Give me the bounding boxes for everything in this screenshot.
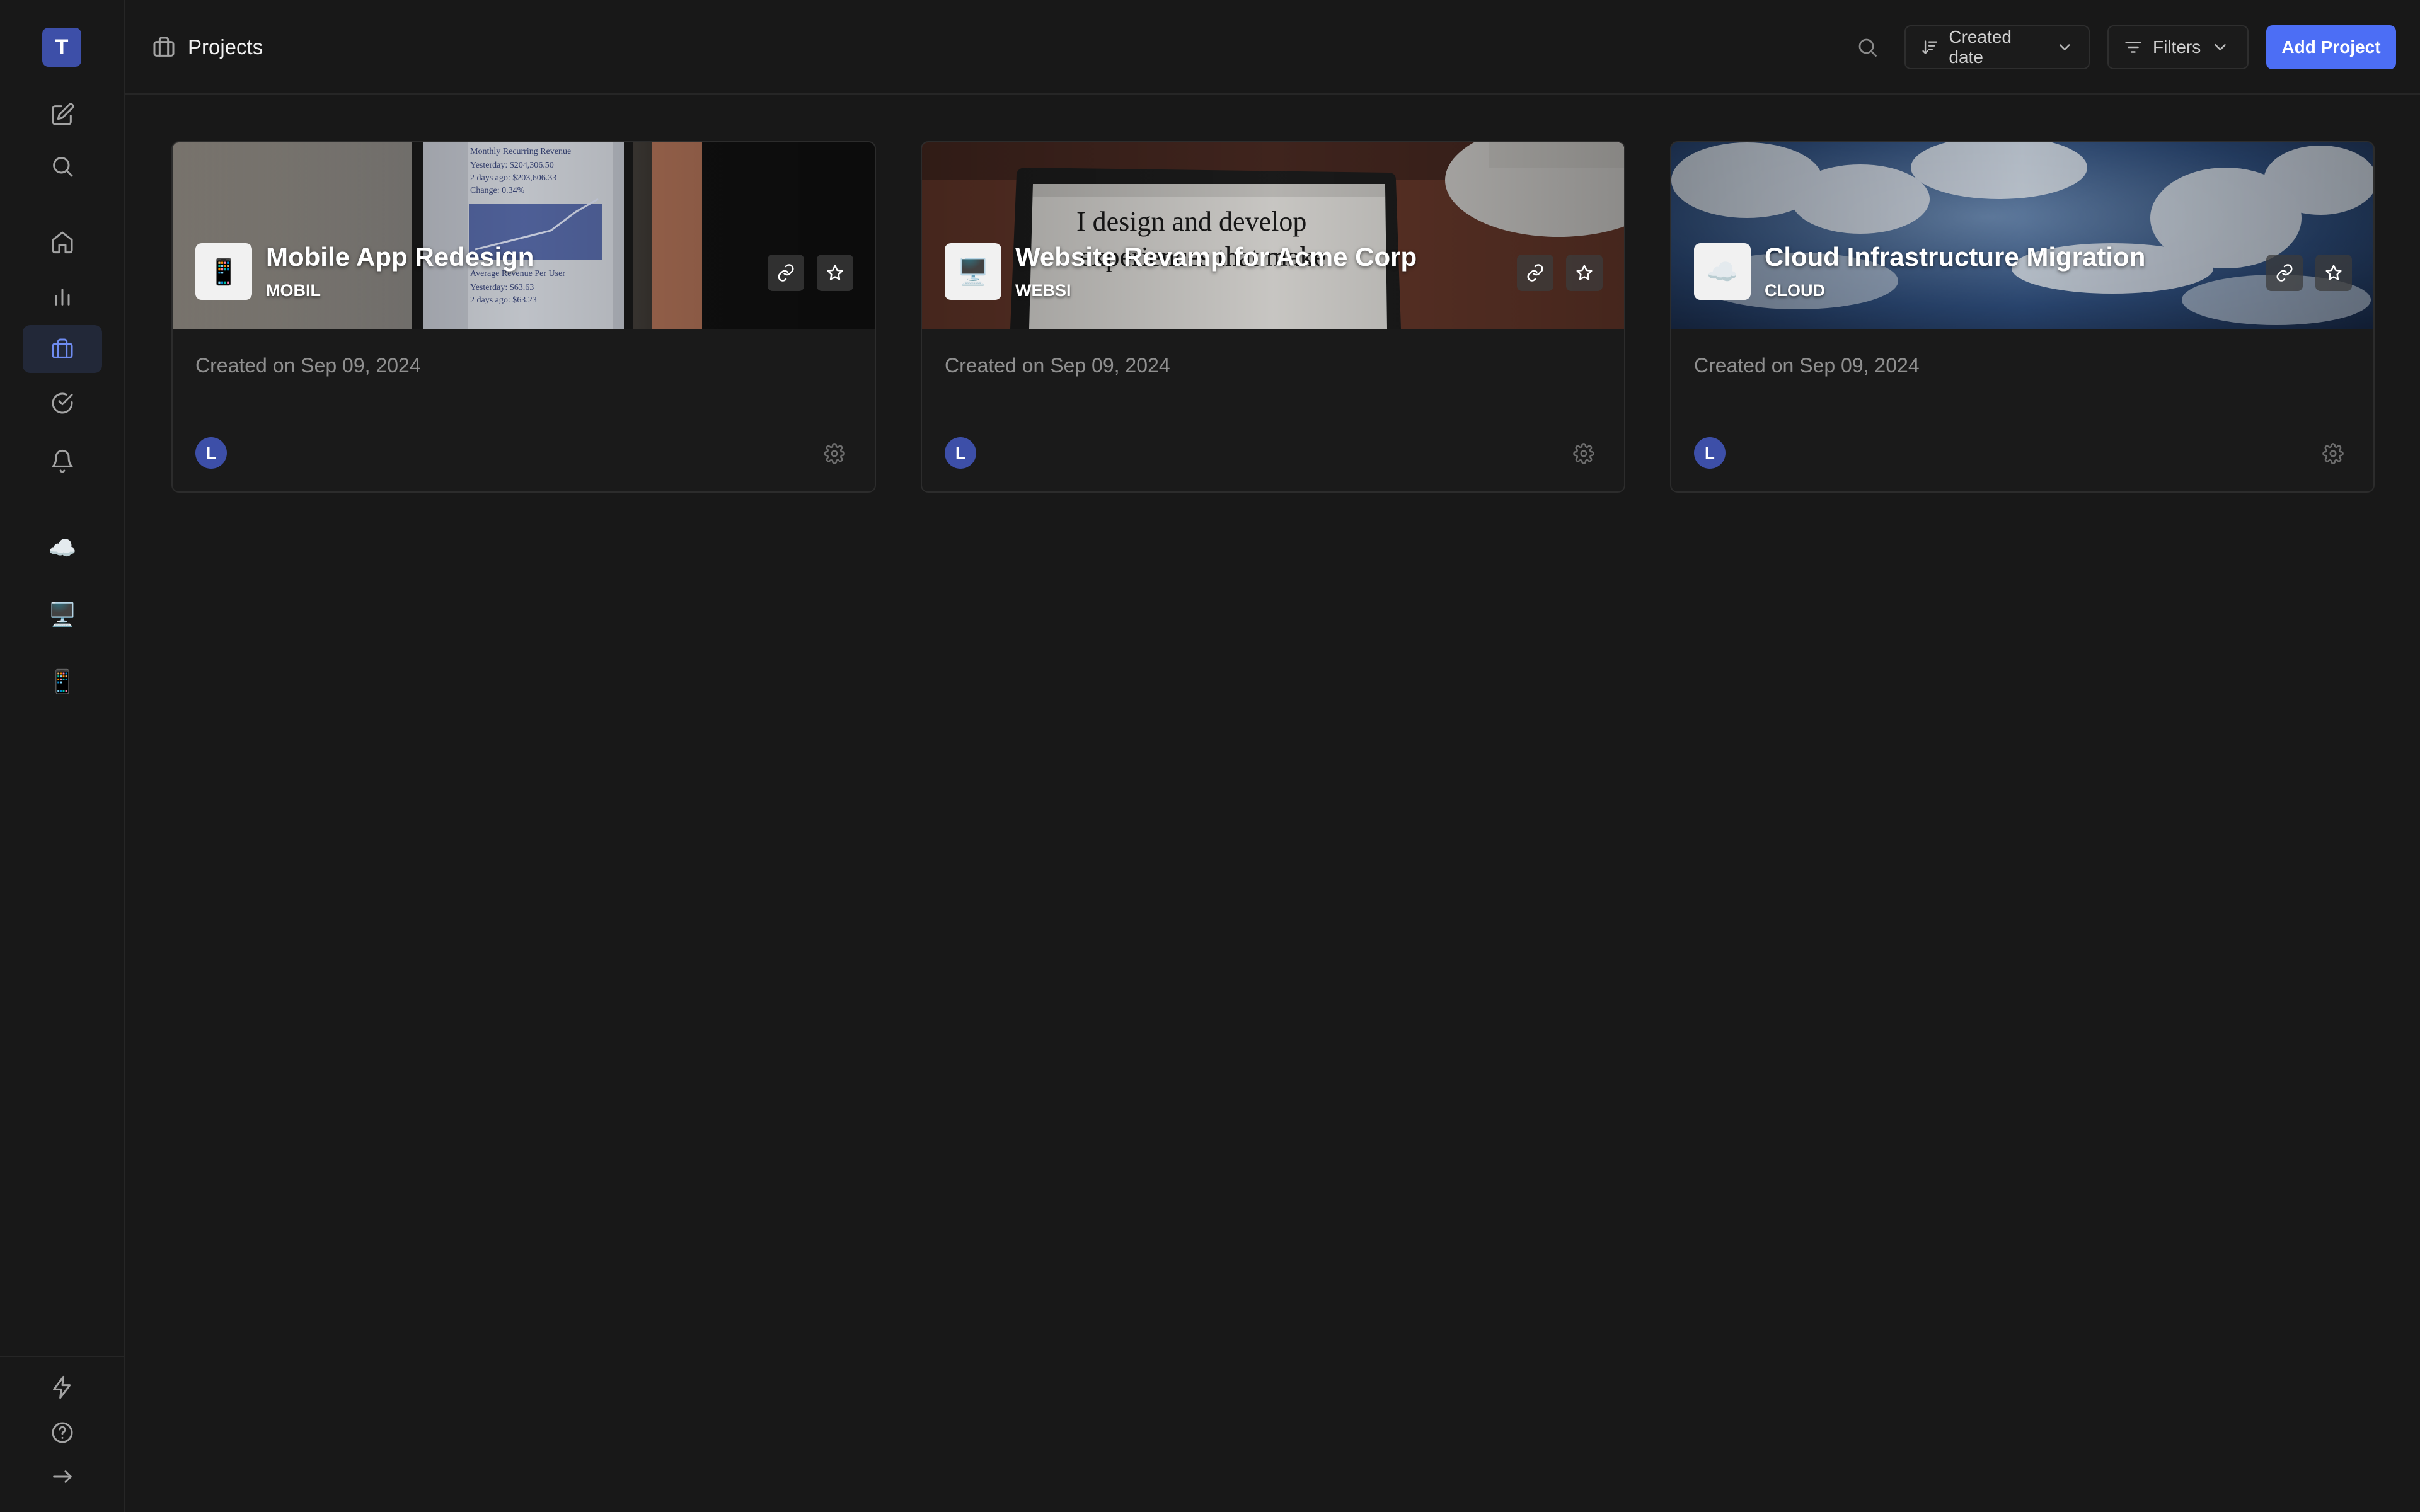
help-button[interactable]: [23, 1409, 102, 1457]
briefcase-icon: [52, 338, 73, 358]
project-cover-image: [1671, 142, 2373, 329]
member-avatar[interactable]: L: [945, 437, 976, 469]
favorite-button[interactable]: [1566, 255, 1603, 291]
cloud-icon: ☁️: [48, 535, 77, 561]
sidebar-item-home[interactable]: [23, 218, 102, 266]
member-avatar[interactable]: L: [195, 437, 227, 469]
cloud-icon: ☁️: [1707, 258, 1738, 286]
mobile-phone-icon: 📱: [208, 258, 239, 286]
member-avatar[interactable]: L: [1694, 437, 1726, 469]
project-name[interactable]: Mobile App Redesign: [266, 242, 534, 272]
home-icon: [52, 231, 73, 254]
project-logo: 📱: [195, 243, 252, 300]
sidebar-project-shortcut[interactable]: ☁️: [23, 524, 102, 572]
star-icon: [827, 265, 843, 280]
bell-icon: [52, 449, 73, 473]
favorite-button[interactable]: [2315, 255, 2352, 291]
app-root: T ☁️ 🖥️ 📱 Projects Created date Filters …: [0, 0, 2420, 1512]
project-card[interactable]: I design and develop experiences that ma…: [921, 141, 1625, 493]
computer-icon: 🖥️: [48, 602, 77, 627]
project-created-date: Created on Sep 09, 2024: [945, 354, 1170, 377]
search-button[interactable]: [23, 142, 102, 190]
project-logo: 🖥️: [945, 243, 1001, 300]
project-created-date: Created on Sep 09, 2024: [195, 354, 421, 377]
link-icon: [1527, 264, 1543, 282]
arrow-right-icon: [53, 1470, 72, 1483]
sort-label: Created date: [1949, 27, 2012, 67]
sidebar-project-shortcut[interactable]: 📱: [23, 658, 102, 706]
filters-label: Filters: [2153, 37, 2201, 57]
project-card[interactable]: Monthly Recurring Revenue Yesterday: $20…: [171, 141, 876, 493]
project-cover-image: I design and develop experiences that ma…: [922, 142, 1624, 329]
project-settings-button[interactable]: [2320, 441, 2346, 466]
copy-link-button[interactable]: [2266, 255, 2303, 291]
sort-dropdown[interactable]: Created date: [1904, 25, 2090, 69]
edit-icon: [52, 103, 74, 125]
search-icon: [53, 157, 73, 177]
check-circle-icon: [52, 392, 73, 414]
add-project-button[interactable]: Add Project: [2266, 25, 2396, 69]
sidebar-item-notifications[interactable]: [23, 437, 102, 485]
filters-dropdown[interactable]: Filters: [2107, 25, 2249, 69]
sidebar-item-tasks[interactable]: [23, 379, 102, 427]
search-projects-button[interactable]: [1853, 33, 1882, 62]
project-settings-button[interactable]: [822, 441, 847, 466]
computer-icon: 🖥️: [957, 258, 989, 286]
gear-icon: [2322, 443, 2344, 464]
sidebar: T ☁️ 🖥️ 📱: [0, 0, 125, 1512]
project-logo: ☁️: [1694, 243, 1751, 300]
search-icon: [1858, 38, 1877, 57]
briefcase-icon: [153, 37, 175, 57]
lightning-icon: [53, 1375, 71, 1399]
sidebar-item-analytics[interactable]: [23, 272, 102, 320]
workspace-avatar[interactable]: T: [42, 28, 81, 67]
project-settings-button[interactable]: [1571, 441, 1596, 466]
page-title: Projects: [188, 35, 263, 59]
chevron-down-icon: [2215, 44, 2226, 50]
chevron-down-icon: [2059, 44, 2070, 50]
page-title-group: Projects: [151, 32, 263, 63]
gear-icon: [824, 443, 845, 464]
link-icon: [2276, 264, 2293, 282]
expand-sidebar-button[interactable]: [23, 1453, 102, 1501]
page-header: Projects Created date Filters Add Projec…: [125, 0, 2420, 94]
favorite-button[interactable]: [817, 255, 853, 291]
project-cover-image: Monthly Recurring Revenue Yesterday: $20…: [173, 142, 875, 329]
project-name[interactable]: Website Revamp for Acme Corp: [1015, 242, 1417, 272]
project-card[interactable]: ☁️ Cloud Infrastructure Migration CLOUD …: [1670, 141, 2375, 493]
project-code: WEBSI: [1015, 281, 1071, 300]
gear-icon: [1573, 443, 1594, 464]
sidebar-project-shortcut[interactable]: 🖥️: [23, 591, 102, 639]
copy-link-button[interactable]: [768, 255, 804, 291]
project-code: CLOUD: [1765, 281, 1825, 300]
star-icon: [1576, 265, 1593, 280]
project-created-date: Created on Sep 09, 2024: [1694, 354, 1920, 377]
sidebar-item-projects[interactable]: [23, 325, 102, 373]
bar-chart-icon: [55, 289, 70, 306]
new-item-button[interactable]: [23, 91, 102, 139]
star-icon: [2325, 265, 2342, 280]
help-icon: [52, 1422, 73, 1443]
sidebar-divider: [0, 1356, 125, 1357]
link-icon: [778, 264, 794, 282]
project-name[interactable]: Cloud Infrastructure Migration: [1765, 242, 2145, 272]
whats-new-button[interactable]: [23, 1363, 102, 1411]
project-code: MOBIL: [266, 281, 321, 300]
mobile-phone-icon: 📱: [48, 668, 77, 694]
copy-link-button[interactable]: [1517, 255, 1553, 291]
sort-icon: [1922, 40, 1938, 54]
filter-icon: [2125, 42, 2141, 53]
